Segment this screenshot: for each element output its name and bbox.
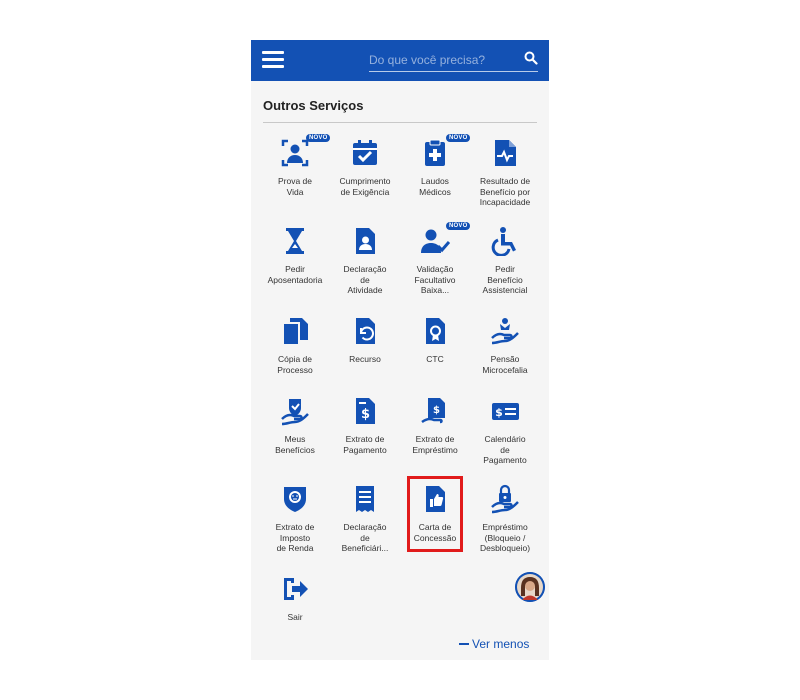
calendar-check-icon	[353, 140, 377, 165]
service-tile[interactable]: Pedir Aposentadoria	[260, 220, 330, 304]
service-tile-label: Sair	[287, 612, 303, 622]
exit-icon	[284, 578, 308, 600]
document-certificate-icon	[426, 318, 445, 344]
service-tile[interactable]: Resultado de Benefício por Incapacidade	[470, 132, 540, 216]
document-pulse-icon	[495, 140, 516, 166]
service-tile[interactable]: NOVO Validação Facultativo Baixa...	[400, 220, 471, 304]
svg-text:$: $	[433, 405, 440, 416]
service-tile[interactable]: $ Extrato de Empréstimo	[400, 390, 470, 474]
hand-child-icon	[491, 318, 519, 345]
service-tile[interactable]: NOVO Laudos Médicos	[400, 132, 471, 216]
service-tile[interactable]: CTC	[400, 310, 470, 394]
lion-shield-icon	[284, 487, 306, 512]
service-tile[interactable]: Extrato de Imposto de Renda	[260, 478, 330, 562]
service-tile[interactable]: Declaração de Atividade	[330, 220, 400, 304]
wheelchair-icon	[491, 227, 516, 256]
service-tile-label: Resultado de Benefício por Incapacidade	[479, 176, 531, 207]
service-tile-label: Carta de Concessão	[413, 522, 457, 543]
service-tile[interactable]: Cumprimento de Exigência	[330, 132, 400, 216]
service-tile[interactable]: Empréstimo (Bloqueio / Desbloqueio)	[470, 478, 540, 562]
service-tile-label: Pedir Benefício Assistencial	[482, 264, 528, 295]
app-screen: Outros Serviços NOVO Prova de Vida Cumprim…	[251, 40, 549, 660]
service-tile[interactable]: Sair	[260, 568, 330, 652]
service-tile-label: Calendário de Pagamento	[483, 434, 527, 465]
service-tile[interactable]: $ Extrato de Pagamento	[330, 390, 400, 474]
service-tile-label: Cumprimento de Exigência	[339, 176, 391, 197]
service-tile[interactable]: Recurso	[330, 310, 400, 394]
service-tile-label: Empréstimo (Bloqueio / Desbloqueio)	[479, 522, 531, 553]
face-scan-icon	[281, 139, 309, 167]
service-tile-label: Validação Facultativo Baixa...	[414, 264, 456, 295]
hand-lock-icon	[491, 484, 519, 514]
service-tile[interactable]: Carta de Concessão	[400, 478, 470, 562]
assistant-avatar[interactable]	[515, 572, 545, 602]
service-tile-label: Meus Benefícios	[275, 434, 315, 455]
copy-documents-icon	[284, 318, 308, 344]
document-dollar-icon: $	[356, 398, 375, 424]
svg-text:$: $	[495, 406, 503, 419]
service-tile-label: Declaração de Atividade	[343, 264, 387, 295]
service-tile[interactable]: Declaração de Beneficiári...	[330, 478, 400, 562]
svg-text:$: $	[361, 407, 370, 422]
document-hand-dollar-icon: $	[421, 398, 445, 424]
document-undo-icon	[356, 318, 375, 344]
section-title: Outros Serviços	[263, 98, 364, 113]
service-tile-label: Pedir Aposentadoria	[267, 264, 323, 285]
search-input[interactable]	[369, 49, 509, 71]
service-tile-label: Extrato de Empréstimo	[412, 434, 458, 455]
new-badge: NOVO	[446, 222, 471, 230]
ver-menos-link[interactable]: Ver menos	[459, 637, 529, 651]
service-tile[interactable]: Meus Benefícios	[260, 390, 330, 474]
service-tile-label: Pensão Microcefalia	[482, 354, 528, 375]
hand-shield-icon	[281, 399, 309, 426]
service-tile-label: Laudos Médicos	[419, 176, 451, 197]
service-tile[interactable]: Pedir Benefício Assistencial	[470, 220, 540, 304]
service-tile-label: CTC	[426, 354, 444, 364]
search-underline	[369, 71, 538, 72]
app-header	[251, 40, 549, 81]
service-tile-label: Declaração de Beneficiári...	[341, 522, 389, 553]
medical-clipboard-icon	[425, 139, 445, 166]
service-tile-label: Recurso	[349, 354, 381, 364]
divider	[263, 122, 537, 123]
new-badge: NOVO	[446, 134, 471, 142]
document-thumbsup-icon	[426, 486, 445, 512]
service-tile-label: Cópia de Processo	[277, 354, 313, 375]
service-tile-label: Extrato de Imposto de Renda	[275, 522, 315, 553]
service-tile-label: Prova de Vida	[277, 176, 313, 197]
service-tile[interactable]: Pensão Microcefalia	[470, 310, 540, 394]
service-tile[interactable]: Cópia de Processo	[260, 310, 330, 394]
service-tile-label: Extrato de Pagamento	[343, 434, 387, 455]
ver-menos-label: Ver menos	[472, 637, 530, 651]
minus-icon	[459, 643, 469, 645]
menu-icon[interactable]	[262, 50, 284, 70]
hourglass-icon	[286, 228, 304, 254]
user-check-icon	[421, 229, 450, 253]
service-tile[interactable]: $ Calendário de Pagamento	[470, 390, 540, 474]
receipt-icon	[356, 486, 374, 512]
money-card-icon: $	[492, 403, 519, 420]
service-tile[interactable]: NOVO Prova de Vida	[260, 132, 331, 216]
document-person-icon	[356, 228, 375, 254]
new-badge: NOVO	[306, 134, 331, 142]
search-icon[interactable]	[524, 51, 538, 65]
